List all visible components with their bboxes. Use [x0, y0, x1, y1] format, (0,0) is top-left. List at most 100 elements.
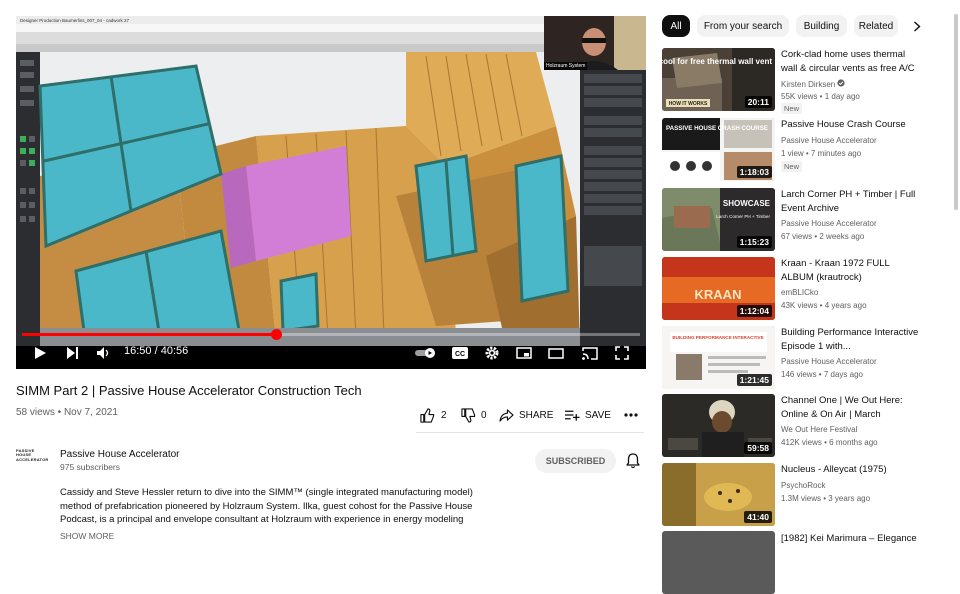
recommendation-title[interactable]: Cork-clad home uses thermal wall & circu…: [781, 48, 921, 75]
notifications-button[interactable]: [624, 452, 642, 470]
cast-button[interactable]: [580, 341, 600, 365]
more-actions-button[interactable]: [624, 406, 638, 424]
recommendation-title[interactable]: Passive House Crash Course: [781, 118, 921, 132]
progress-bar[interactable]: [22, 329, 640, 340]
video-thumbnail[interactable]: 41:40: [662, 463, 775, 526]
webcam-overlay: Holzraum System: [544, 16, 646, 70]
recommendation-stats: 67 views • 2 weeks ago: [781, 232, 865, 241]
save-button[interactable]: SAVE: [565, 406, 611, 424]
fullscreen-icon: [615, 346, 629, 360]
svg-text:CC: CC: [455, 351, 465, 358]
chip-related[interactable]: Related: [854, 15, 898, 37]
share-icon: [499, 408, 514, 422]
recommendation-stats: 1.3M views • 3 years ago: [781, 494, 871, 503]
video-duration: 1:21:45: [736, 374, 772, 386]
autoplay-toggle[interactable]: [414, 341, 438, 365]
recommendation-title[interactable]: Kraan - Kraan 1972 FULL ALBUM (krautrock…: [781, 257, 921, 284]
video-thumbnail[interactable]: [662, 531, 775, 594]
save-label: SAVE: [585, 409, 611, 421]
scrollbar-thumb[interactable]: [954, 14, 958, 210]
miniplayer-button[interactable]: [514, 341, 534, 365]
miniplayer-icon: [516, 347, 532, 359]
thumbs-up-icon: [420, 407, 435, 423]
recommendation-channel[interactable]: Passive House Accelerator: [781, 357, 877, 366]
fullscreen-button[interactable]: [612, 341, 632, 365]
recommendation-item[interactable]: 41:40 Nucleus - Alleycat (1975) PsychoRo…: [662, 463, 952, 526]
thumbnail-caption: BUILDING PERFORMANCE INTERACTIVE: [672, 335, 763, 340]
thumbnail-caption: KRAAN: [695, 287, 742, 302]
theater-icon: [548, 347, 564, 359]
recommendation-channel[interactable]: PsychoRock: [781, 481, 825, 490]
thumbnail-caption: SHOWCASE: [723, 199, 771, 208]
video-title: SIMM Part 2 | Passive House Accelerator …: [16, 383, 362, 398]
gear-icon: [485, 346, 499, 360]
video-thumbnail[interactable]: 59:58: [662, 394, 775, 457]
recommendation-title[interactable]: Nucleus - Alleycat (1975): [781, 463, 921, 477]
player-controls: 16:50 / 40:56 CC: [16, 341, 646, 365]
recommendation-channel[interactable]: Passive House Accelerator: [781, 219, 877, 228]
video-duration: 1:18:03: [736, 166, 772, 178]
volume-icon: [97, 347, 109, 359]
recommendation-channel[interactable]: Kirsten Dirksen: [781, 79, 846, 89]
thumbnail-tag: HOW IT WORKS: [669, 101, 708, 107]
recommendation-item[interactable]: BUILDING PERFORMANCE INTERACTIVE 1:21:45…: [662, 326, 952, 389]
subscribed-button[interactable]: SUBSCRIBED: [535, 449, 616, 473]
like-button[interactable]: 2: [420, 406, 447, 424]
new-badge: New: [781, 161, 803, 172]
video-duration: 20:11: [744, 96, 772, 108]
recommendation-stats: 55K views • 1 day ago: [781, 92, 860, 101]
video-thumbnail[interactable]: SHOWCASE Larch Corner PH + Timber 1:15:2…: [662, 188, 775, 251]
recommendation-item[interactable]: SHOWCASE Larch Corner PH + Timber 1:15:2…: [662, 188, 952, 251]
video-player[interactable]: Designer Production Baumerlins_007_04 - …: [16, 16, 646, 369]
recommendation-item[interactable]: KRAAN 1:12:04 Kraan - Kraan 1972 FULL AL…: [662, 257, 952, 320]
thumbnail-caption: PASSIVE HOUSE CRASH COURSE: [666, 125, 768, 132]
like-count: 2: [441, 409, 447, 421]
mute-button[interactable]: [94, 341, 114, 365]
recommendation-title[interactable]: Building Performance Interactive Episode…: [781, 326, 921, 353]
recommendation-channel[interactable]: emBLICko: [781, 288, 818, 297]
channel-avatar[interactable]: PASSIVE HOUSE ACCELERATOR: [16, 448, 48, 471]
chip-from-your-search[interactable]: From your search: [697, 15, 789, 37]
dislike-count: 0: [481, 409, 487, 421]
recommendation-title[interactable]: [1982] Kei Marimura – Elegance: [781, 532, 921, 546]
time-display: 16:50 / 40:56: [124, 345, 189, 357]
video-thumbnail[interactable]: BUILDING PERFORMANCE INTERACTIVE 1:21:45: [662, 326, 775, 389]
share-label: SHARE: [519, 409, 554, 421]
recommendation-item[interactable]: 59:58 Channel One | We Out Here: Online …: [662, 394, 952, 457]
progress-scrubber[interactable]: [270, 329, 282, 340]
time-total: 40:56: [160, 345, 189, 357]
play-button[interactable]: [30, 341, 50, 365]
cad-window-title: Designer Production Baumerlins_007_04 - …: [20, 18, 130, 23]
thumbnail-tag: Larch Corner PH + Timber: [716, 214, 770, 219]
settings-button[interactable]: [482, 341, 502, 365]
captions-button[interactable]: CC: [450, 341, 470, 365]
recommendation-channel[interactable]: Passive House Accelerator: [781, 136, 877, 145]
new-badge: New: [781, 103, 803, 114]
video-duration: 1:12:04: [736, 305, 772, 317]
recommendation-title[interactable]: Larch Corner PH + Timber | Full Event Ar…: [781, 188, 921, 215]
thumbs-down-icon: [461, 407, 476, 423]
recommendation-stats: 146 views • 7 days ago: [781, 370, 863, 379]
video-thumbnail[interactable]: Warm/cool for free thermal wall vent HOW…: [662, 48, 775, 111]
chip-all[interactable]: All: [662, 15, 690, 37]
recommendation-channel[interactable]: We Out Here Festival: [781, 425, 857, 434]
video-description: Cassidy and Steve Hessler return to dive…: [60, 487, 473, 525]
channel-name[interactable]: Passive House Accelerator: [60, 449, 180, 460]
video-duration: 59:58: [744, 442, 772, 454]
webcam-label: Holzraum System: [544, 62, 588, 70]
playlist-add-icon: [565, 410, 580, 421]
recommendation-item[interactable]: PASSIVE HOUSE CRASH COURSE 1:18:03 Passi…: [662, 118, 952, 181]
theater-mode-button[interactable]: [546, 341, 566, 365]
actions-divider: [416, 432, 644, 433]
recommendation-item[interactable]: Warm/cool for free thermal wall vent HOW…: [662, 48, 952, 114]
next-button[interactable]: [62, 341, 82, 365]
video-thumbnail[interactable]: PASSIVE HOUSE CRASH COURSE 1:18:03: [662, 118, 775, 181]
recommendation-title[interactable]: Channel One | We Out Here: Online & On A…: [781, 394, 921, 421]
recommendation-stats: 43K views • 4 years ago: [781, 301, 867, 310]
share-button[interactable]: SHARE: [499, 406, 553, 424]
video-thumbnail[interactable]: KRAAN 1:12:04: [662, 257, 775, 320]
chip-building[interactable]: Building: [796, 15, 847, 37]
chips-next-button[interactable]: [906, 15, 928, 37]
dislike-button[interactable]: 0: [461, 406, 487, 424]
recommendation-item[interactable]: [1982] Kei Marimura – Elegance: [662, 531, 952, 594]
